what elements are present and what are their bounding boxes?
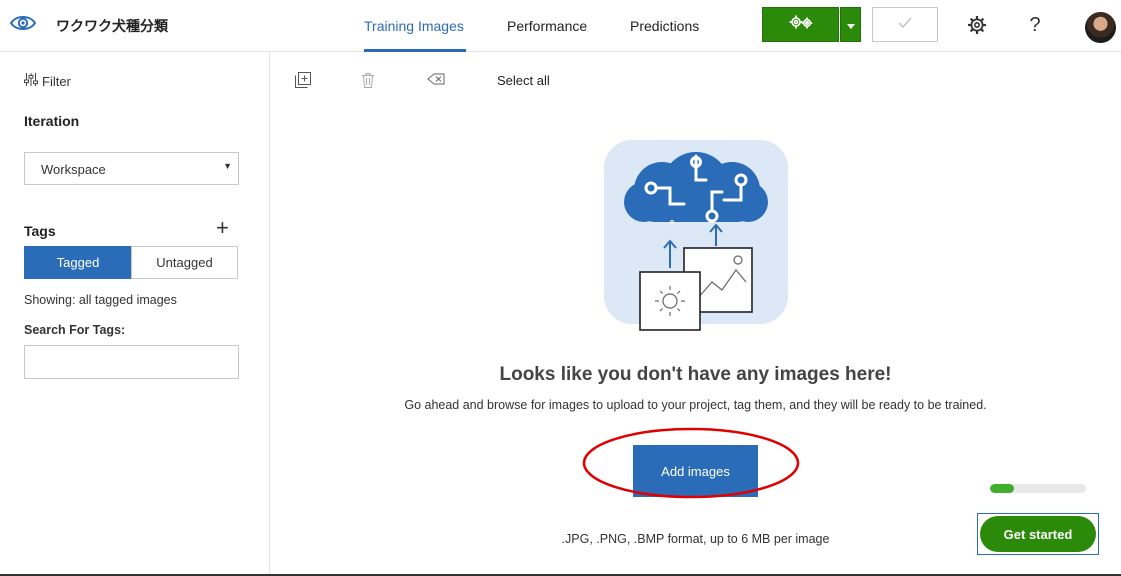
tab-performance[interactable]: Performance [507,18,587,34]
quick-test-button[interactable] [872,7,938,42]
onboarding-progress-fill [990,484,1014,493]
avatar[interactable] [1085,12,1116,43]
get-started-focus-ring: Get started [977,513,1099,555]
gears-icon [787,14,815,35]
gear-icon[interactable] [966,14,988,36]
train-button[interactable] [762,7,839,42]
onboarding-progress-bar [990,484,1086,493]
iteration-select[interactable]: Workspace ▼ [24,152,239,185]
active-tab-indicator [364,49,466,52]
iteration-heading: Iteration [24,113,80,129]
top-bar: ワクワク犬種分類 Training Images Performance Pre… [0,0,1121,52]
add-images-icon[interactable] [294,71,312,89]
project-title: ワクワク犬種分類 [56,18,168,34]
empty-state-subtitle: Go ahead and browse for images to upload… [404,398,987,412]
upload-illustration-icon [604,140,788,334]
check-icon [898,16,912,34]
get-started-button[interactable]: Get started [980,516,1096,552]
showing-text: Showing: all tagged images [24,293,177,307]
tagged-toggle[interactable]: Tagged [24,246,132,279]
help-button[interactable]: ? [1024,14,1046,36]
chevron-down-icon: ▼ [223,161,232,171]
search-tags-label: Search For Tags: [24,323,126,337]
sidebar: Filter Iteration Workspace ▼ Tags + Tagg… [0,53,270,576]
tags-heading: Tags [24,223,56,239]
filter-label: Filter [42,73,71,89]
search-tags-input[interactable] [24,345,239,379]
tab-predictions[interactable]: Predictions [630,18,699,34]
select-all-button[interactable]: Select all [497,73,550,88]
untagged-toggle[interactable]: Untagged [131,246,238,279]
eye-icon[interactable] [9,12,37,34]
filter-button[interactable]: Filter [24,73,71,89]
train-dropdown-button[interactable] [840,7,861,42]
iteration-selected-value: Workspace [41,162,106,177]
empty-state-title: Looks like you don't have any images her… [499,364,892,385]
filter-sliders-icon [24,73,38,89]
trash-icon[interactable] [359,71,377,89]
caret-down-icon [846,16,855,34]
eraser-icon[interactable] [427,71,445,89]
add-tag-button[interactable]: + [216,217,229,239]
tab-training-images[interactable]: Training Images [364,18,464,34]
red-highlight-ellipse [582,426,800,500]
